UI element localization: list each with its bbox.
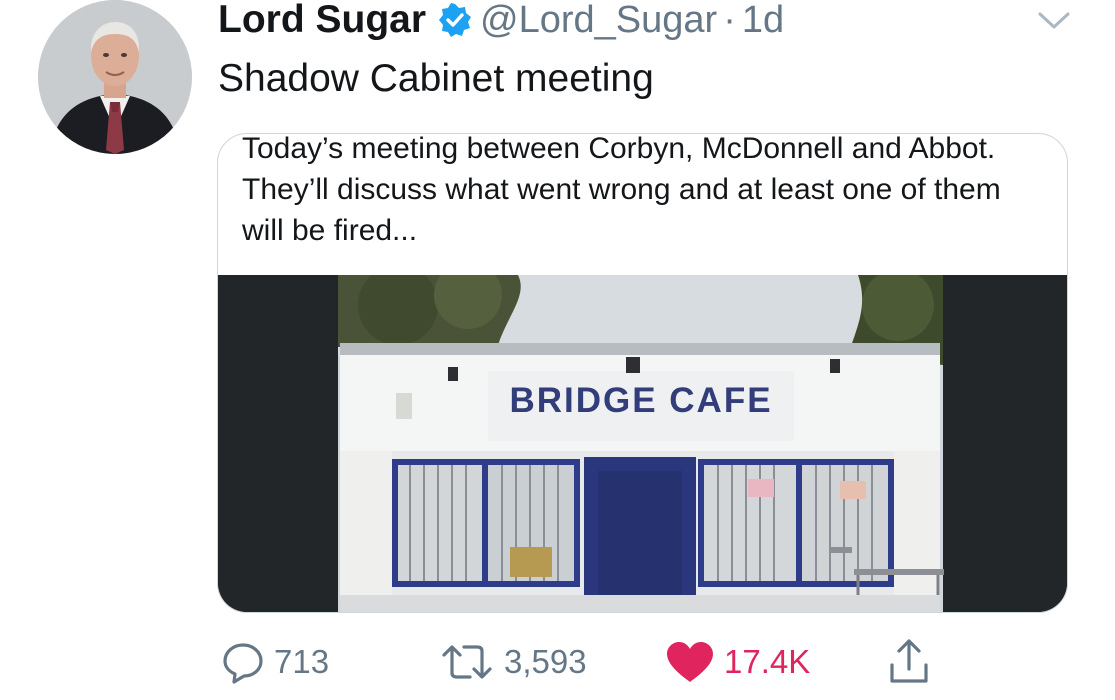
action-bar: 713 3,593 17.4K: [0, 630, 1115, 694]
tweet-header: Lord Sugar @Lord_Sugar · 1d: [218, 0, 784, 46]
cafe-sign-text: BRIDGE CAFE: [509, 381, 773, 420]
share-icon: [886, 637, 932, 687]
caret-down-icon[interactable]: [1037, 8, 1071, 32]
user-handle[interactable]: @Lord_Sugar: [480, 0, 717, 42]
tweet-text: Shadow Cabinet meeting: [218, 57, 654, 100]
like-button[interactable]: 17.4K: [664, 630, 810, 694]
separator-dot: ·: [723, 0, 736, 41]
card-photo[interactable]: BRIDGE CAFE: [218, 275, 1067, 612]
card-caption: Today’s meeting between Corbyn, McDonnel…: [242, 133, 1001, 247]
display-name[interactable]: Lord Sugar: [218, 0, 426, 42]
share-button[interactable]: [886, 630, 932, 694]
avatar[interactable]: [38, 0, 192, 154]
heart-icon: [664, 639, 716, 685]
retweet-icon: [438, 639, 496, 685]
reply-icon: [220, 639, 266, 685]
timestamp[interactable]: 1d: [742, 0, 784, 42]
retweet-button[interactable]: 3,593: [438, 630, 587, 694]
verified-badge-icon: [438, 3, 472, 37]
media-card[interactable]: Today’s meeting between Corbyn, McDonnel…: [217, 133, 1068, 613]
retweet-count: 3,593: [504, 643, 587, 680]
reply-count: 713: [274, 643, 330, 680]
like-count: 17.4K: [724, 643, 811, 680]
tweet[interactable]: Lord Sugar @Lord_Sugar · 1d Shadow Cabin…: [0, 0, 1115, 700]
reply-button[interactable]: 713: [220, 630, 329, 694]
